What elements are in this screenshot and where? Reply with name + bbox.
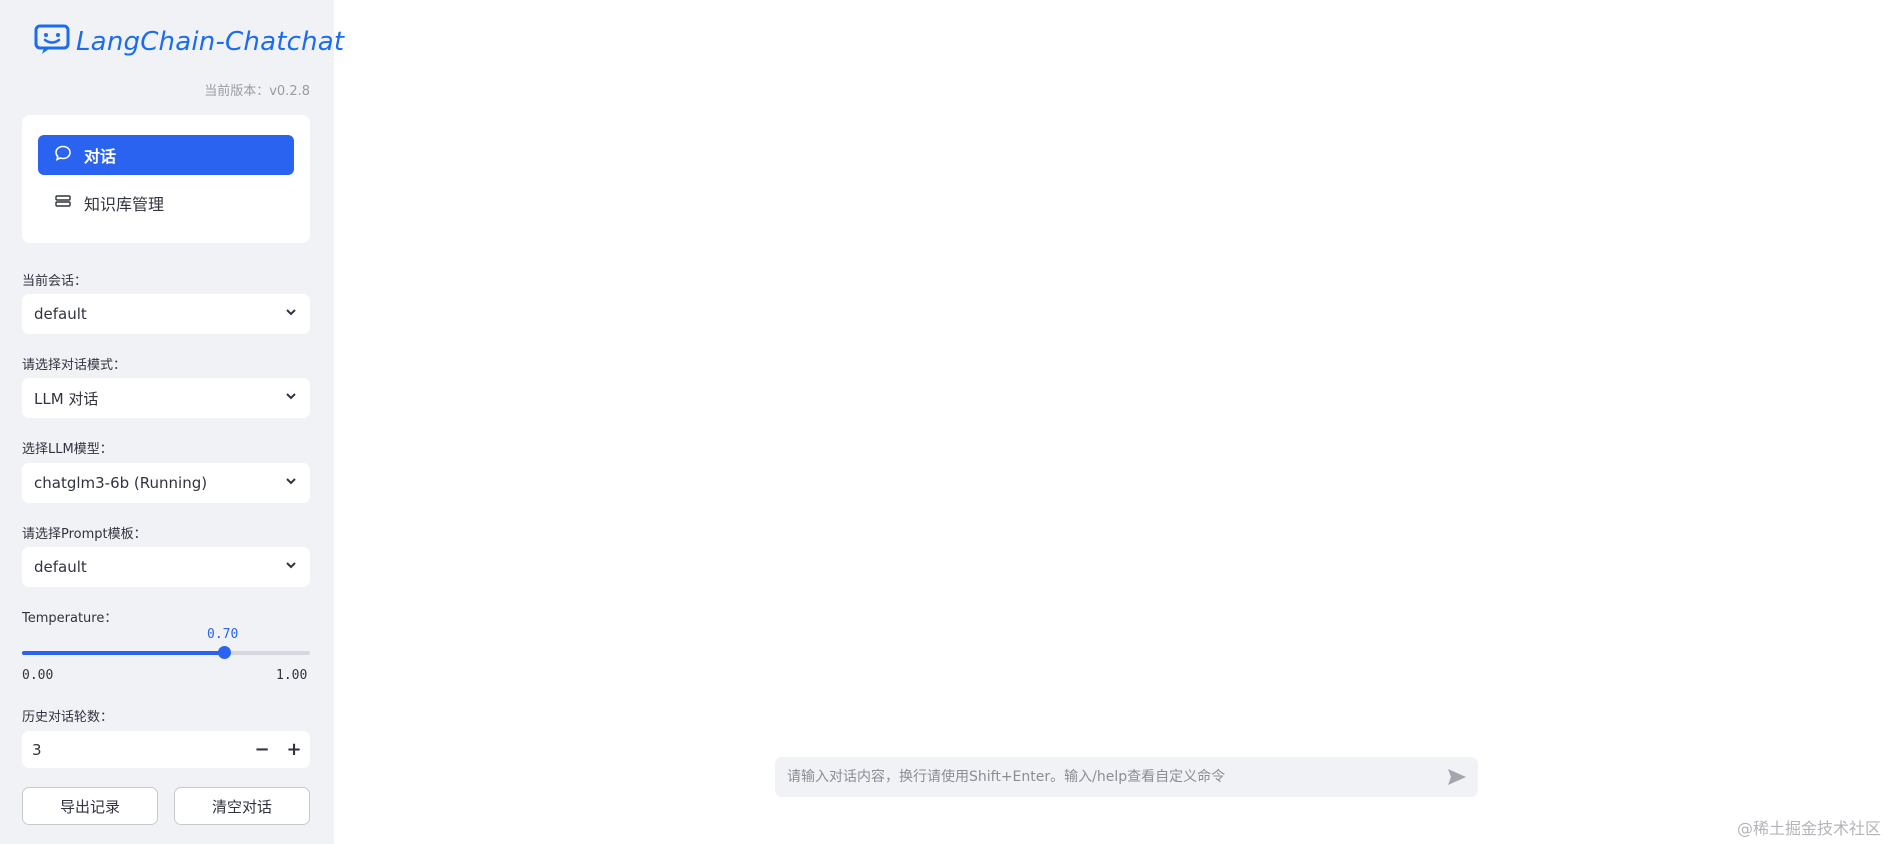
- chevron-down-icon: [284, 558, 298, 576]
- mode-select[interactable]: LLM 对话: [22, 378, 310, 418]
- chevron-down-icon: [284, 389, 298, 407]
- watermark: @稀土掘金技术社区: [1736, 819, 1881, 838]
- increment-button[interactable]: +: [278, 731, 310, 768]
- model-label: 选择LLM模型：: [22, 442, 113, 457]
- decrement-button[interactable]: −: [246, 731, 278, 768]
- history-input[interactable]: 3: [32, 741, 246, 759]
- chat-input[interactable]: [785, 768, 1436, 786]
- temperature-label: Temperature：: [22, 611, 118, 626]
- prompt-select[interactable]: default: [22, 547, 310, 587]
- chevron-down-icon: [284, 474, 298, 492]
- app-logo: LangChain-Chatchat: [34, 24, 344, 60]
- chevron-down-icon: [284, 305, 298, 323]
- model-select[interactable]: chatglm3-6b (Running): [22, 463, 310, 503]
- session-select[interactable]: default: [22, 294, 310, 334]
- temperature-slider[interactable]: [22, 646, 310, 659]
- sidebar: LangChain-Chatchat 当前版本：v0.2.8 对话 知识库管理 …: [0, 0, 344, 844]
- export-button[interactable]: 导出记录: [22, 787, 158, 825]
- nav-item-knowledge-base-label: 知识库管理: [84, 195, 165, 214]
- nav-item-chat[interactable]: 对话: [38, 135, 294, 175]
- nav-menu: 对话 知识库管理: [22, 115, 310, 243]
- prompt-label: 请选择Prompt模板：: [22, 527, 147, 542]
- chat-face-logo-icon: [34, 24, 70, 60]
- temperature-value: 0.70: [207, 627, 239, 642]
- nav-item-chat-label: 对话: [84, 147, 117, 166]
- session-label: 当前会话：: [22, 274, 88, 289]
- chat-input-box: [775, 757, 1478, 797]
- history-stepper: 3 − +: [22, 731, 310, 768]
- session-select-value: default: [34, 305, 87, 323]
- send-icon[interactable]: [1446, 766, 1468, 792]
- nav-item-knowledge-base[interactable]: 知识库管理: [38, 183, 294, 223]
- clear-button[interactable]: 清空对话: [174, 787, 310, 825]
- temperature-max: 1.00: [276, 668, 308, 683]
- temperature-slider-fill: [22, 651, 224, 655]
- temperature-min: 0.00: [22, 668, 54, 683]
- mode-label: 请选择对话模式：: [22, 358, 127, 373]
- chat-bubble-icon: [54, 144, 84, 166]
- prompt-select-value: default: [34, 558, 87, 576]
- logo-text: LangChain-Chatchat: [76, 27, 345, 57]
- database-icon: [54, 192, 84, 214]
- model-select-value: chatglm3-6b (Running): [34, 474, 208, 492]
- version-label: 当前版本：v0.2.8: [204, 84, 310, 99]
- temperature-slider-thumb[interactable]: [217, 646, 231, 659]
- mode-select-value: LLM 对话: [34, 389, 99, 408]
- history-label: 历史对话轮数：: [22, 710, 114, 725]
